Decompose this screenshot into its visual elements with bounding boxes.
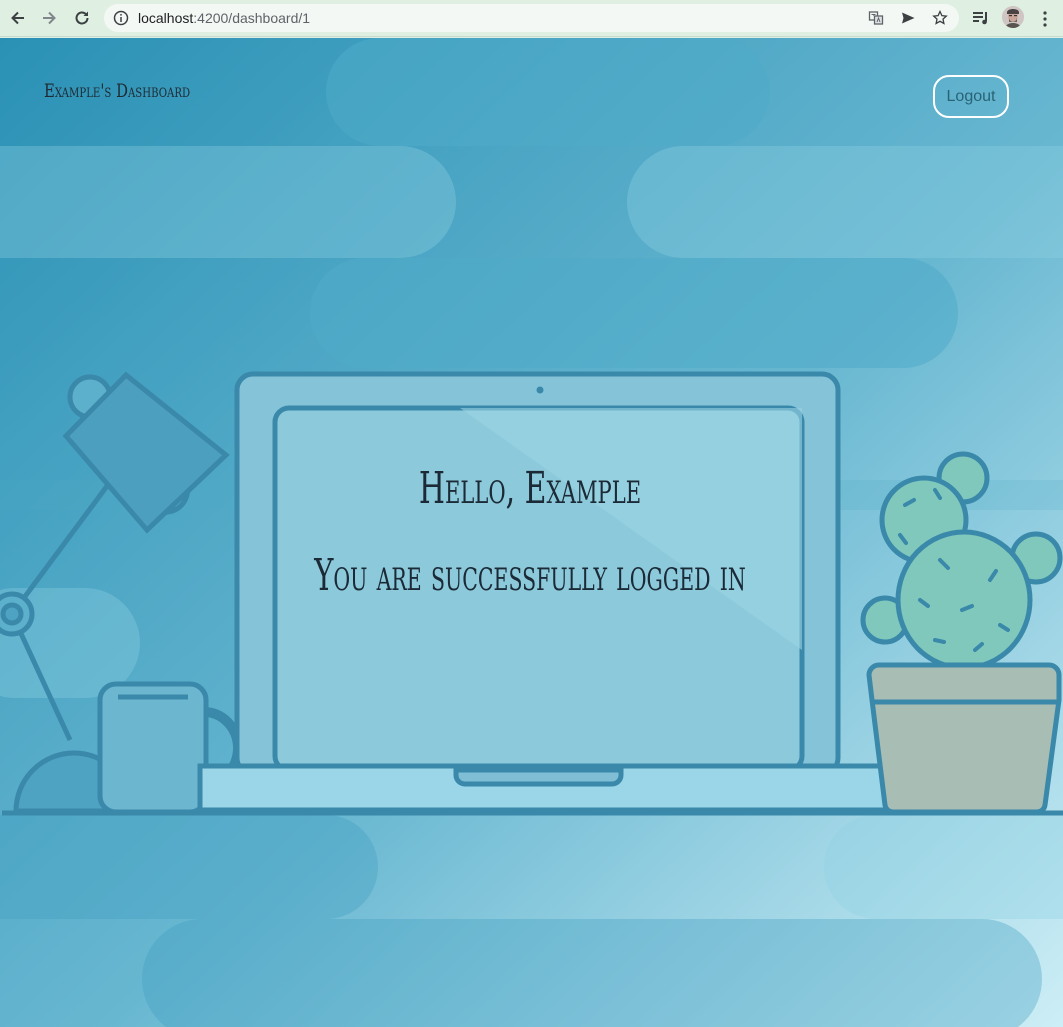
brand-title: Example's Dashboard xyxy=(44,80,191,102)
address-bar[interactable]: localhost:4200/dashboard/1 xyxy=(104,4,959,32)
star-icon[interactable] xyxy=(932,10,948,26)
greeting-heading: Hello, Example xyxy=(418,463,642,514)
reload-icon xyxy=(75,11,89,25)
workspace-illustration xyxy=(0,38,1063,1027)
arrow-left-icon xyxy=(11,11,24,25)
url-text[interactable]: localhost:4200/dashboard/1 xyxy=(138,10,310,26)
translate-icon[interactable] xyxy=(868,10,884,26)
url-path: :4200/dashboard/1 xyxy=(193,10,311,26)
avatar[interactable] xyxy=(1002,6,1024,28)
browser-toolbar: localhost:4200/dashboard/1 xyxy=(0,0,1063,37)
info-icon[interactable] xyxy=(113,10,129,26)
menu-kebab-icon[interactable] xyxy=(1040,10,1050,28)
logout-button[interactable]: Logout xyxy=(933,75,1009,118)
send-icon[interactable] xyxy=(900,10,916,26)
dashboard-page: Example's Dashboard Logout Hello, Exampl… xyxy=(0,38,1063,1027)
back-button[interactable] xyxy=(6,6,30,30)
arrow-right-icon xyxy=(43,11,56,25)
reload-button[interactable] xyxy=(70,6,94,30)
forward-button[interactable] xyxy=(37,6,61,30)
login-status-message: You are successfully logged in xyxy=(314,550,746,601)
reading-list-icon[interactable] xyxy=(972,10,990,26)
url-host: localhost xyxy=(138,10,194,26)
profile-picture-icon xyxy=(1002,6,1024,28)
